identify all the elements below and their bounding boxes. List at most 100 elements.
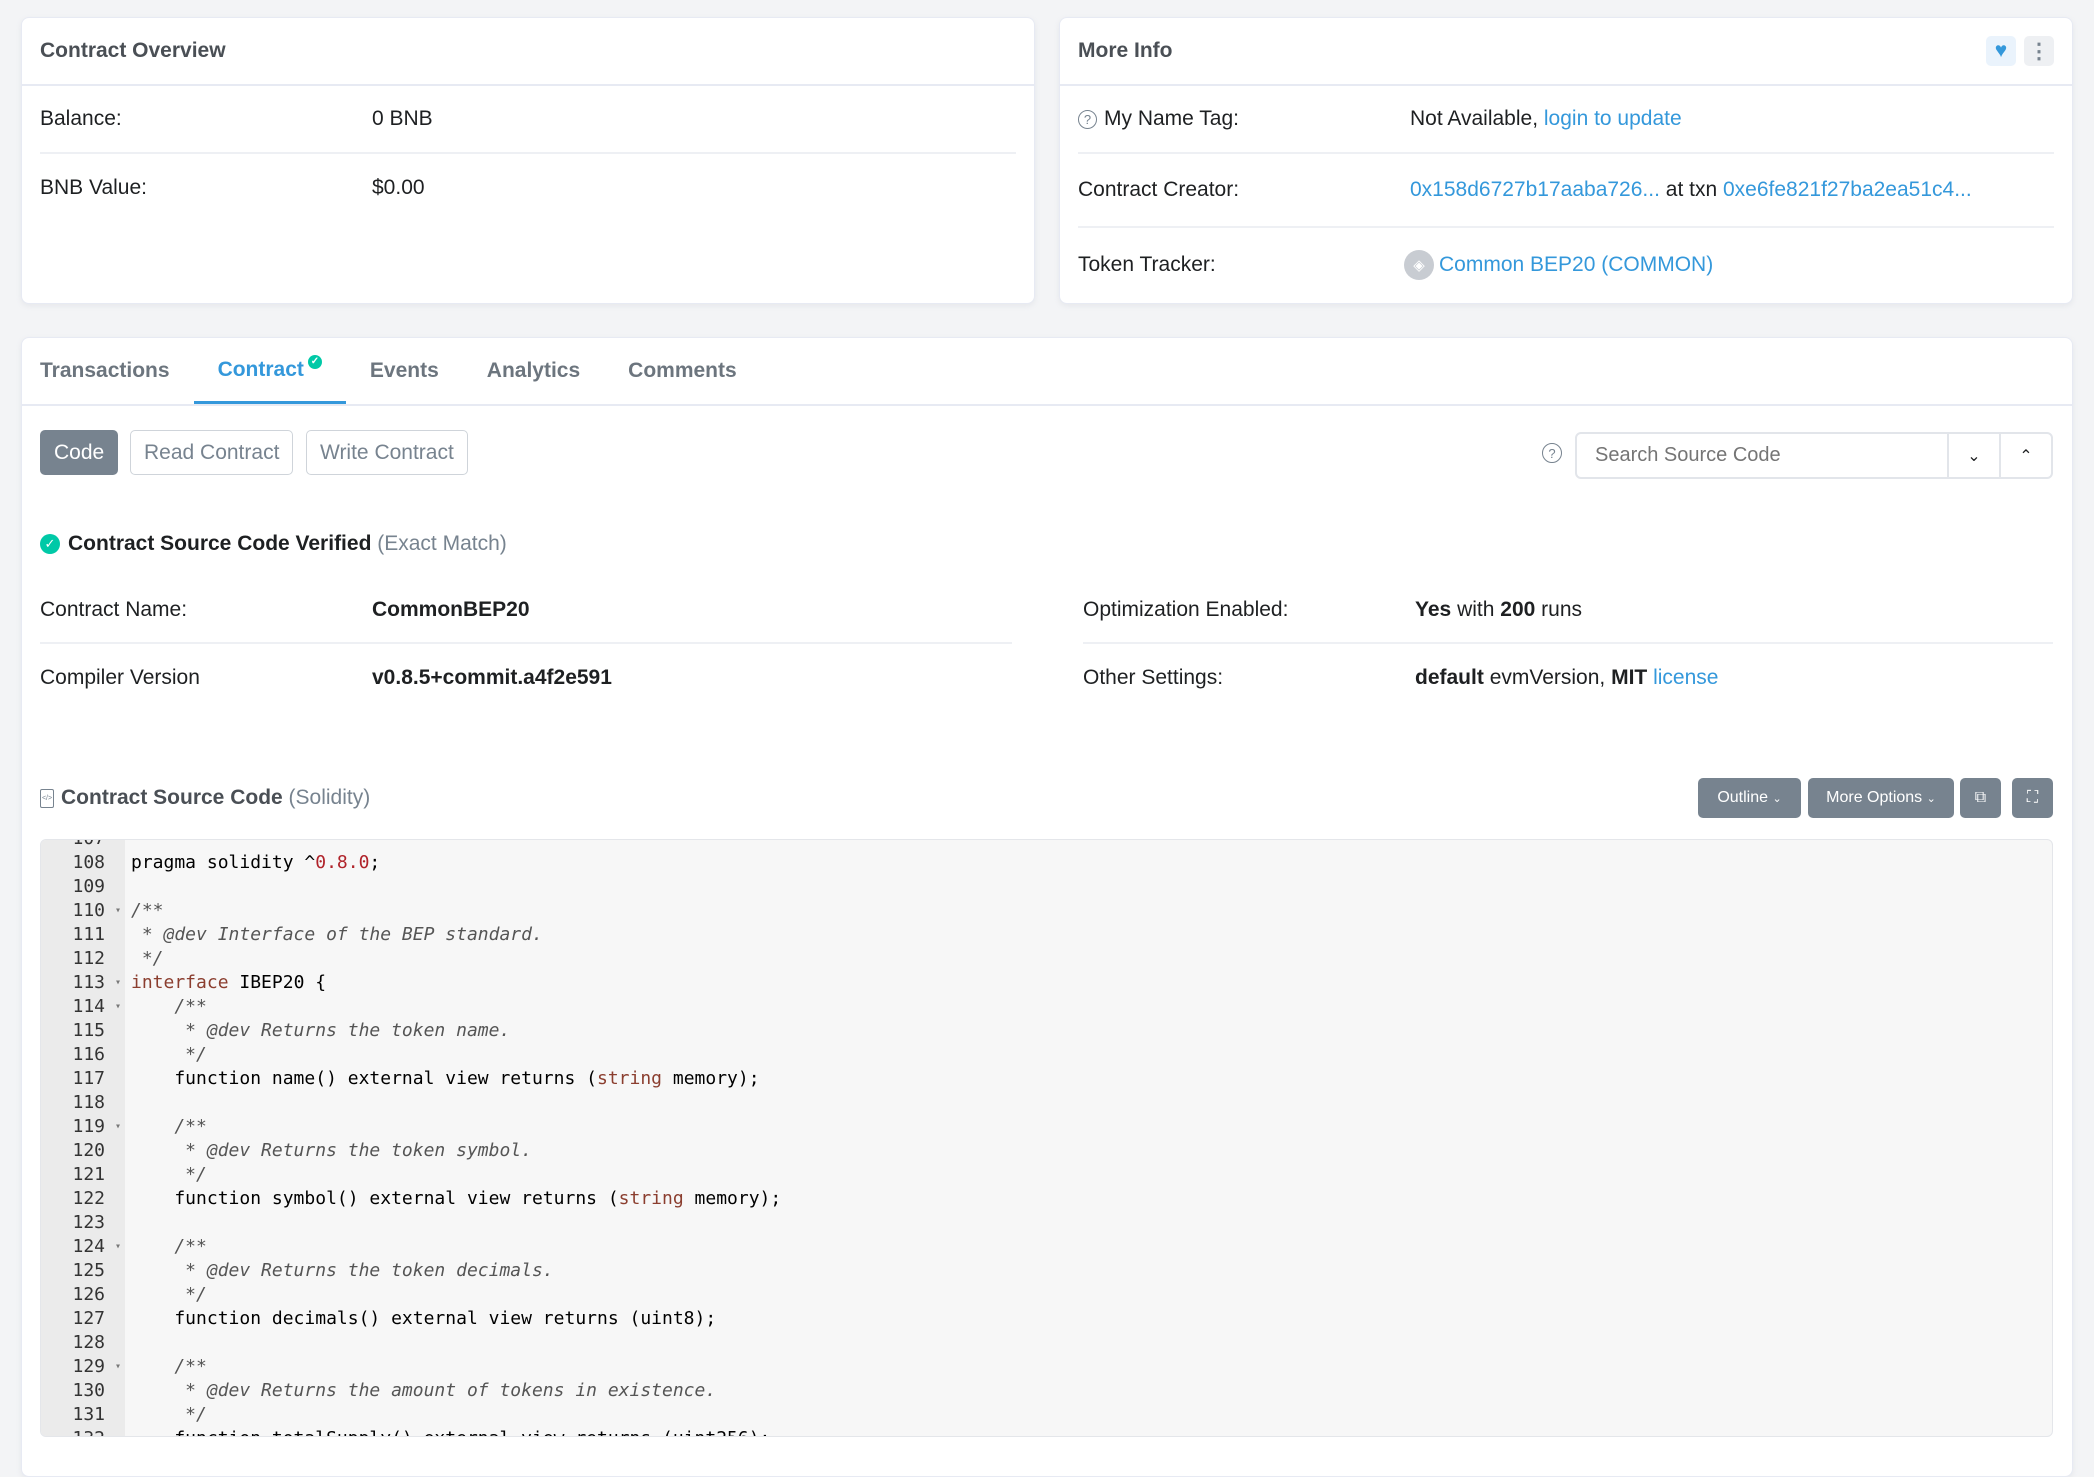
- code-line: 109: [41, 875, 2052, 899]
- code-token: * @dev Returns the token decimals.: [131, 1260, 554, 1281]
- tab-comments[interactable]: Comments: [604, 338, 761, 404]
- copy-icon: ⧉: [1974, 789, 1987, 806]
- code-token: * @dev Returns the token name.: [131, 1020, 511, 1041]
- tab-bar: Transactions Contract ✓ Events Analytics …: [22, 338, 2072, 406]
- tab-contract[interactable]: Contract ✓: [193, 338, 346, 404]
- search-group: ⌄ ⌃: [1575, 432, 2053, 479]
- code-line: 124 ▾ /**: [41, 1235, 2052, 1259]
- code-line: 120 * @dev Returns the token symbol.: [41, 1139, 2052, 1163]
- line-text: function decimals() external view return…: [125, 1307, 716, 1331]
- outline-dropdown[interactable]: Outline ⌄: [1698, 778, 1801, 818]
- code-editor[interactable]: 107108pragma solidity ^0.8.0;109110▾/**1…: [40, 839, 2053, 1437]
- line-text: [125, 1331, 131, 1355]
- copy-button[interactable]: ⧉: [1960, 778, 2001, 818]
- tab-analytics[interactable]: Analytics: [463, 338, 604, 404]
- line-number: 110 ▾: [72, 899, 121, 923]
- favorite-heart-icon[interactable]: ♥: [1986, 36, 2016, 66]
- search-help-icon[interactable]: ?: [1542, 443, 1562, 463]
- help-icon: ?: [1078, 109, 1097, 129]
- search-source-input[interactable]: [1577, 434, 1947, 477]
- verified-title: Contract Source Code Verified: [68, 532, 372, 555]
- line-text: interface IBEP20 {: [125, 971, 326, 995]
- code-line: 131 */: [41, 1403, 2052, 1427]
- line-number: 120: [72, 1140, 105, 1161]
- code-line: 126 */: [41, 1283, 2052, 1307]
- code-token: */: [131, 1284, 207, 1305]
- line-number: 117: [72, 1068, 105, 1089]
- fold-arrow-icon[interactable]: ▾: [115, 1355, 121, 1379]
- login-link[interactable]: login to update: [1544, 107, 1682, 131]
- line-text: */: [125, 1163, 207, 1187]
- code-token: IBEP20 {: [228, 972, 327, 993]
- code-token: function totalSupply() external view ret…: [131, 1428, 770, 1436]
- fold-arrow-icon[interactable]: ▾: [115, 995, 121, 1019]
- search-next-chevron-down-icon[interactable]: ⌄: [1947, 434, 1999, 477]
- token-tracker-row: Token Tracker: ◈ Common BEP20 (COMMON): [1078, 228, 2054, 302]
- code-token: interface: [131, 972, 229, 993]
- creator-txn-link[interactable]: 0xe6fe821f27ba2ea51c4...: [1723, 178, 1972, 202]
- line-number: 111: [72, 924, 105, 945]
- bnb-value: $0.00: [372, 176, 425, 199]
- more-options-label: More Options: [1826, 789, 1923, 806]
- line-text: function totalSupply() external view ret…: [125, 1427, 770, 1436]
- tracker-label: Token Tracker:: [1078, 253, 1216, 276]
- line-text: [125, 1091, 131, 1115]
- code-line: 110 ▾ /**: [41, 899, 2052, 923]
- fold-arrow-icon[interactable]: ▾: [115, 1115, 121, 1139]
- creator-row: Contract Creator: 0x158d6727b17aaba726..…: [1078, 154, 2054, 228]
- code-token: function name() external view returns (: [131, 1068, 597, 1089]
- line-number: 126: [72, 1284, 105, 1305]
- balance-label: Balance:: [40, 107, 122, 130]
- write-contract-subtab[interactable]: Write Contract: [306, 430, 468, 475]
- code-token: */: [131, 948, 164, 969]
- line-number: 115: [72, 1020, 105, 1041]
- fold-arrow-icon[interactable]: ▾: [115, 971, 121, 995]
- tab-transactions[interactable]: Transactions: [40, 338, 194, 404]
- line-number: 112: [72, 948, 105, 969]
- more-info-card: More Info ♥ ⋮ ? My Name Tag: Not Availabl…: [1059, 17, 2073, 304]
- line-number: 123: [72, 1212, 105, 1233]
- more-options-dropdown[interactable]: More Options ⌄: [1808, 778, 1954, 818]
- code-line: 130 * @dev Returns the amount of tokens …: [41, 1379, 2052, 1403]
- license-link[interactable]: license: [1653, 666, 1718, 689]
- name-tag-label: My Name Tag:: [1104, 107, 1239, 130]
- verified-check-icon: ✓: [40, 534, 60, 554]
- code-token: function decimals() external view return…: [131, 1308, 717, 1329]
- opt-with: with: [1457, 597, 1495, 621]
- chevron-down-icon: ⌄: [1772, 792, 1782, 805]
- bnb-value-row: BNB Value: $0.00: [40, 154, 1016, 222]
- line-text: /**: [125, 899, 164, 923]
- code-token: * @dev Returns the token symbol.: [131, 1140, 532, 1161]
- code-subtab[interactable]: Code: [40, 430, 119, 475]
- creator-address-link[interactable]: 0x158d6727b17aaba726...: [1410, 178, 1660, 202]
- source-lang: (Solidity): [288, 786, 371, 809]
- line-text: * @dev Returns the token symbol.: [125, 1139, 532, 1163]
- line-text: function symbol() external view returns …: [125, 1187, 781, 1211]
- code-token: string: [618, 1188, 684, 1209]
- fold-arrow-icon[interactable]: ▾: [115, 1235, 121, 1259]
- line-text: */: [125, 1283, 207, 1307]
- code-line: 107: [41, 840, 2052, 851]
- line-number: 128: [72, 1332, 105, 1353]
- search-prev-chevron-up-icon[interactable]: ⌃: [1999, 434, 2051, 477]
- contract-overview-card: Contract Overview Balance: 0 BNB BNB Valu…: [21, 17, 1035, 304]
- line-number: 131: [72, 1404, 105, 1425]
- code-file-icon: </>: [40, 788, 54, 808]
- line-text: */: [125, 1403, 207, 1427]
- fullscreen-button[interactable]: ⛶: [2012, 778, 2053, 818]
- read-contract-subtab[interactable]: Read Contract: [130, 430, 294, 475]
- line-number: 130: [72, 1380, 105, 1401]
- token-tracker-link[interactable]: Common BEP20 (COMMON): [1439, 253, 1713, 277]
- code-line: 123: [41, 1211, 2052, 1235]
- code-line: 111 * @dev Interface of the BEP standard…: [41, 923, 2052, 947]
- creator-label: Contract Creator:: [1078, 178, 1240, 201]
- code-line: 118: [41, 1091, 2052, 1115]
- verified-note: (Exact Match): [377, 532, 507, 555]
- fold-arrow-icon[interactable]: ▾: [115, 899, 121, 923]
- opt-yes: Yes: [1415, 597, 1452, 621]
- other-mit: MIT: [1611, 665, 1648, 689]
- code-token: /**: [131, 1116, 207, 1137]
- more-vertical-icon[interactable]: ⋮: [2024, 36, 2054, 66]
- tab-events[interactable]: Events: [346, 338, 463, 404]
- details-left: Contract Name: CommonBEP20 Compiler Versi…: [40, 577, 1012, 711]
